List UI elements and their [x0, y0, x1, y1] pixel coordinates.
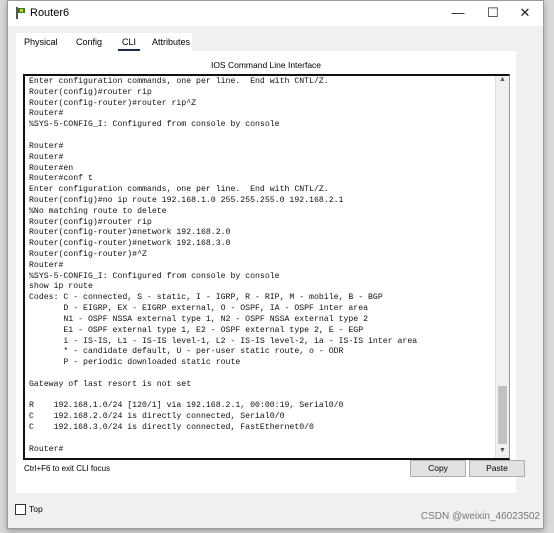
tab-config[interactable]: Config: [76, 37, 102, 47]
terminal-line: Router#: [29, 260, 64, 270]
terminal-line: show ip route: [29, 282, 93, 292]
top-label: Top: [29, 504, 43, 514]
terminal-line: Enter configuration commands, one per li…: [29, 77, 329, 86]
terminal-scrollbar[interactable]: ▲ ▼: [495, 76, 509, 458]
title-bar: Router6 — ☐ ✕: [8, 1, 543, 26]
terminal-line: Router#en: [29, 163, 74, 173]
terminal-line: %No matching route to delete: [29, 206, 167, 216]
tab-bar: Physical Config CLI Attributes: [16, 33, 192, 52]
terminal-line: Codes: C - connected, S - static, I - IG…: [29, 293, 383, 303]
terminal-line: Router#: [29, 444, 64, 454]
copy-button[interactable]: Copy: [410, 460, 466, 477]
terminal-line: Router(config)#router rip: [29, 217, 152, 227]
maximize-button[interactable]: ☐: [478, 4, 508, 22]
cli-focus-hint: Ctrl+F6 to exit CLI focus: [24, 464, 111, 473]
terminal-line: %SYS-5-CONFIG_I: Configured from console…: [29, 271, 280, 281]
scroll-down-icon[interactable]: ▼: [496, 447, 509, 458]
terminal-line: Router(config)#no ip route 192.168.1.0 2…: [29, 195, 344, 205]
top-checkbox[interactable]: [15, 504, 26, 515]
scrollbar-thumb[interactable]: [498, 386, 507, 444]
terminal-line: Gateway of last resort is not set: [29, 379, 192, 389]
minimize-button[interactable]: —: [443, 4, 473, 22]
terminal-line: Router(config)#router rip: [29, 87, 152, 97]
paste-button[interactable]: Paste: [469, 460, 525, 477]
terminal-line: R 192.168.1.0/24 [120/1] via 192.168.2.1…: [29, 401, 344, 411]
terminal-output: Enter configuration commands, one per li…: [29, 77, 417, 455]
router6-window: Router6 — ☐ ✕ Physical Config CLI Attrib…: [7, 0, 544, 529]
terminal-line: Router#: [29, 109, 64, 119]
window-title: Router6: [30, 7, 70, 19]
terminal-line: Router#: [29, 141, 64, 151]
tab-cli[interactable]: CLI: [117, 37, 141, 52]
cli-terminal[interactable]: Enter configuration commands, one per li…: [23, 74, 510, 460]
terminal-line: %SYS-5-CONFIG_I: Configured from console…: [29, 120, 280, 130]
tab-attributes[interactable]: Attributes: [152, 37, 190, 47]
panel-title: IOS Command Line Interface: [210, 60, 322, 70]
terminal-line: E1 - OSPF external type 1, E2 - OSPF ext…: [29, 325, 364, 335]
terminal-line: Router(config-router)#network 192.168.3.…: [29, 239, 231, 249]
router-app-icon: [16, 7, 25, 19]
terminal-line: Router(config-router)#router rip^Z: [29, 98, 197, 108]
terminal-line: * - candidate default, U - per-user stat…: [29, 347, 344, 357]
terminal-line: D - EIGRP, EX - EIGRP external, O - OSPF…: [29, 304, 369, 314]
close-button[interactable]: ✕: [510, 4, 540, 22]
terminal-line: Router#conf t: [29, 174, 93, 184]
watermark: CSDN @weixin_46023502: [420, 511, 540, 522]
scroll-up-icon[interactable]: ▲: [496, 76, 509, 87]
cli-panel: IOS Command Line Interface Enter configu…: [16, 51, 525, 493]
terminal-line: i - IS-IS, L1 - IS-IS level-1, L2 - IS-I…: [29, 336, 418, 346]
tab-physical[interactable]: Physical: [24, 37, 58, 47]
terminal-line: C 192.168.2.0/24 is directly connected, …: [29, 412, 285, 422]
terminal-line: C 192.168.3.0/24 is directly connected, …: [29, 423, 314, 432]
terminal-line: Enter configuration commands, one per li…: [29, 185, 329, 195]
terminal-line: Router(config-router)#network 192.168.2.…: [29, 228, 231, 238]
terminal-line: N1 - OSPF NSSA external type 1, N2 - OSP…: [29, 314, 369, 324]
terminal-line: Router#: [29, 152, 64, 162]
terminal-line: Router(config-router)#^Z: [29, 250, 147, 259]
terminal-line: P - periodic downloaded static route: [29, 358, 241, 368]
